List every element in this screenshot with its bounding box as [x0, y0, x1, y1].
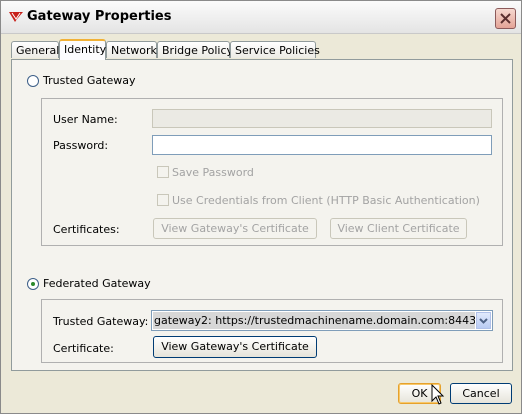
- user-name-field[interactable]: [152, 109, 492, 128]
- identity-panel: Trusted Gateway User Name: Password: Sav…: [11, 59, 513, 371]
- tab-general[interactable]: General: [11, 41, 59, 58]
- tab-identity[interactable]: Identity: [59, 39, 106, 60]
- tab-network[interactable]: Network: [106, 41, 157, 58]
- trusted-gateway-radio[interactable]: [27, 75, 39, 87]
- trusted-gateway-label: Trusted Gateway: [43, 74, 136, 87]
- federated-gateway-group: Trusted Gateway: gateway2: https://trust…: [41, 299, 503, 363]
- tab-service-policies[interactable]: Service Policies: [230, 41, 320, 58]
- gateway-app-icon: [9, 12, 23, 22]
- mouse-cursor-icon: [431, 384, 445, 405]
- certificates-label: Certificates:: [53, 223, 120, 236]
- view-gateway-certificate-button-disabled[interactable]: View Gateway's Certificate: [153, 218, 317, 239]
- close-button[interactable]: [495, 8, 516, 29]
- federated-gateway-label: Federated Gateway: [43, 277, 151, 290]
- use-credentials-checkbox[interactable]: [157, 194, 169, 206]
- trusted-gateway-select-value: gateway2: https://trustedmachinename.dom…: [153, 312, 475, 329]
- dialog-window: Gateway Properties General Identity Netw…: [0, 0, 522, 414]
- password-label: Password:: [53, 139, 109, 152]
- view-gateway-certificate-button[interactable]: View Gateway's Certificate: [153, 336, 317, 358]
- close-icon: [500, 13, 511, 24]
- save-password-checkbox[interactable]: [157, 166, 169, 178]
- use-credentials-label: Use Credentials from Client (HTTP Basic …: [172, 194, 480, 207]
- federated-gateway-radio[interactable]: [27, 278, 39, 290]
- cancel-button[interactable]: Cancel: [450, 383, 512, 404]
- title-bar: Gateway Properties: [1, 1, 521, 34]
- tab-bridge-policy[interactable]: Bridge Policy: [157, 41, 233, 58]
- chevron-down-icon: [479, 317, 488, 324]
- save-password-label: Save Password: [172, 166, 254, 179]
- dropdown-arrow[interactable]: [476, 312, 491, 329]
- dialog-title: Gateway Properties: [27, 9, 172, 24]
- user-name-label: User Name:: [53, 113, 118, 126]
- trusted-gateway-group: User Name: Password: Save Password Use C…: [41, 98, 503, 246]
- certificate-label: Certificate:: [53, 342, 114, 355]
- trusted-gateway-select[interactable]: gateway2: https://trustedmachinename.dom…: [151, 310, 493, 331]
- trusted-gateway-select-label: Trusted Gateway:: [53, 315, 149, 328]
- view-client-certificate-button[interactable]: View Client Certificate: [330, 218, 467, 239]
- password-field[interactable]: [152, 135, 492, 155]
